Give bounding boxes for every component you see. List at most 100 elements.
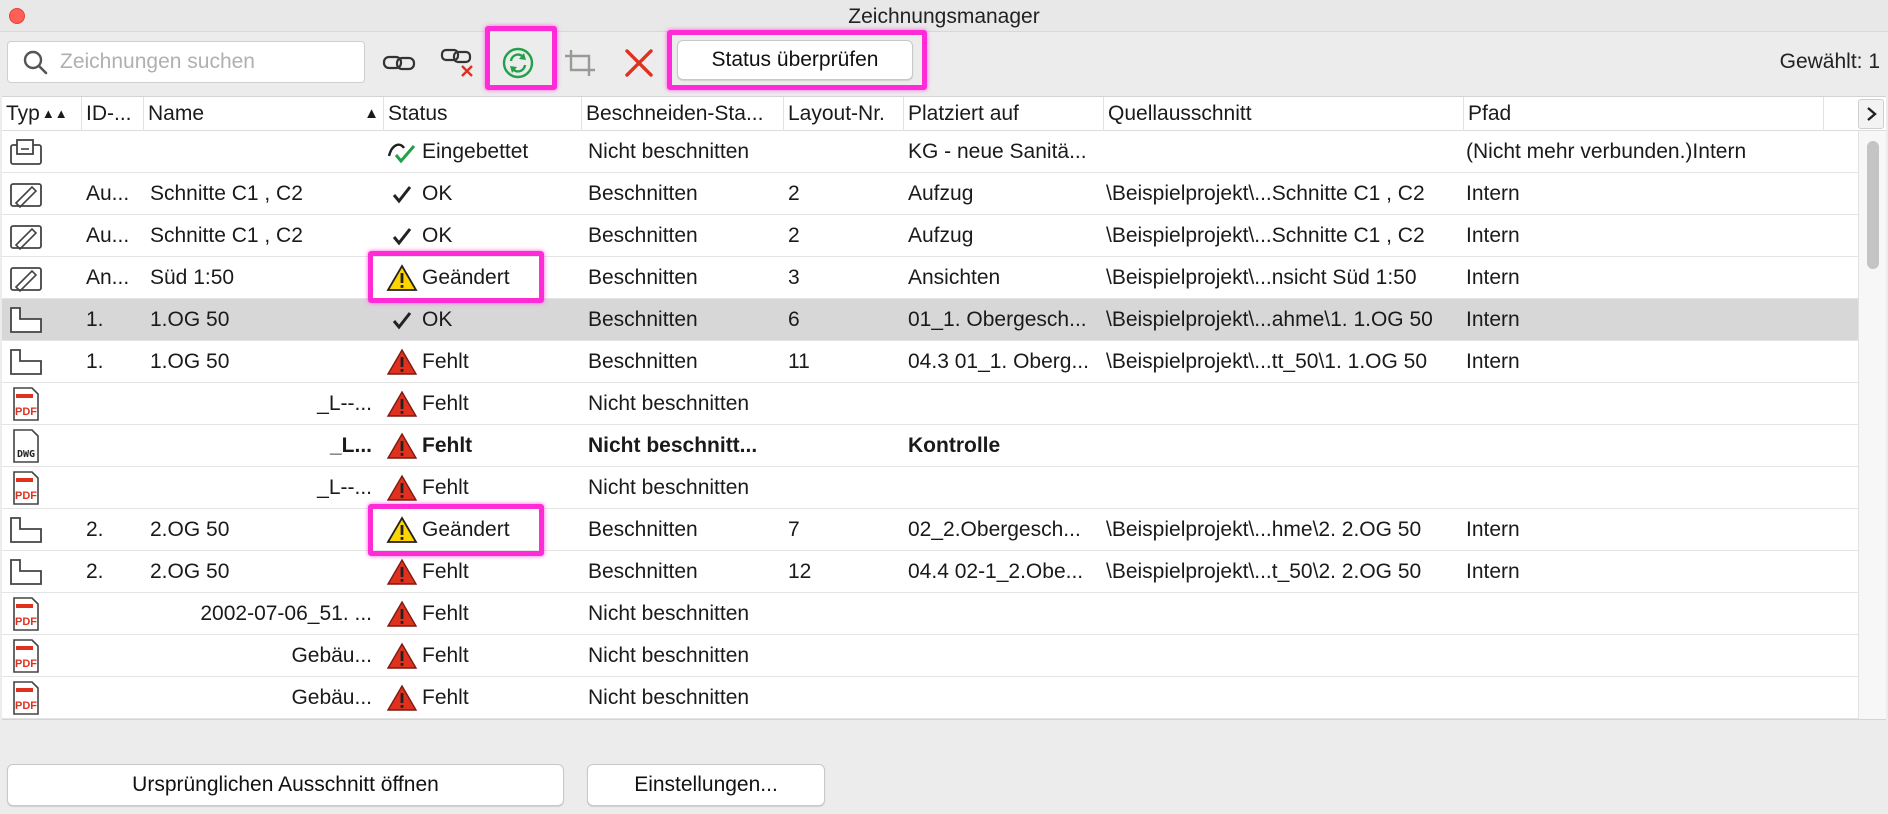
crop-status-cell: Beschnitten: [588, 308, 698, 331]
status-check-highlight: [667, 30, 927, 90]
table-row[interactable]: DWG _L... Fehlt Nicht beschnitt... Kontrolle: [2, 425, 1858, 467]
placed-on-cell: 04.3 01_1. Oberg...: [908, 350, 1089, 373]
table-row[interactable]: An... Süd 1:50 Geändert Beschnitten 3 Ansicht…: [2, 257, 1858, 299]
source-view-cell: \Beispielprojekt\...hme\2. 2.OG 50: [1106, 518, 1422, 541]
layout-nr-cell: [788, 593, 898, 635]
id-cell: An...: [86, 266, 130, 289]
vertical-scrollbar[interactable]: [1858, 131, 1886, 719]
sort-asc-icon: ▲: [364, 105, 379, 122]
table-row[interactable]: 1. 1.OG 50 Fehlt Beschnitten 11 04.3 01_1. Ob…: [2, 341, 1858, 383]
changed-highlight: [368, 504, 544, 556]
footer: Ursprünglichen Ausschnitt öffnen Einstel…: [0, 722, 1888, 814]
scrollbar-thumb[interactable]: [1867, 141, 1879, 269]
id-cell: [86, 425, 142, 467]
search-input[interactable]: [60, 50, 340, 74]
placed-on-cell: Ansichten: [908, 266, 1001, 289]
column-header-type[interactable]: Typ ▲▲: [2, 97, 82, 131]
scroll-right-button[interactable]: [1858, 99, 1884, 129]
column-header-status[interactable]: Status: [384, 97, 582, 131]
status-text: Fehlt: [422, 434, 473, 457]
table-row[interactable]: 2. 2.OG 50 Geändert Beschnitten 7 02_2.Oberge…: [2, 509, 1858, 551]
toolbar: Status überprüfen Gewählt: 1: [0, 26, 1888, 94]
crop-icon[interactable]: [562, 46, 598, 80]
table-row[interactable]: Au... Schnitte C1 , C2 OK Beschnitten 2 Aufzu…: [2, 173, 1858, 215]
status-cell: OK: [382, 299, 582, 341]
update-highlight: [485, 26, 557, 90]
drawing-icon: [6, 215, 46, 257]
path-cell: [1466, 635, 1856, 677]
path-cell: Intern: [1466, 560, 1520, 583]
layout-nr-cell: 2: [788, 182, 800, 205]
path-cell: [1466, 383, 1856, 425]
table-row[interactable]: 2. 2.OG 50 Fehlt Beschnitten 12 04.4 02-1_2.O…: [2, 551, 1858, 593]
placed-on-cell: Kontrolle: [908, 434, 1001, 457]
name-cell: _L--...: [317, 476, 372, 499]
table-row[interactable]: Au... Schnitte C1 , C2 OK Beschnitten 2 Aufzu…: [2, 215, 1858, 257]
name-cell: Schnitte C1 , C2: [150, 224, 303, 247]
table-row[interactable]: 1. 1.OG 50 OK Beschnitten 6 01_1. Obergesch..…: [2, 299, 1858, 341]
table-row[interactable]: PDF 2002-07-06_51. ... Fehlt Nicht beschnit…: [2, 593, 1858, 635]
table-row[interactable]: Eingebettet Nicht beschnitten KG - neue Sa…: [2, 131, 1858, 173]
status-cell: Fehlt: [382, 425, 582, 467]
name-cell: 2.OG 50: [150, 518, 230, 541]
placed-on-cell: [908, 677, 1100, 719]
status-cell: Fehlt: [382, 467, 582, 509]
changed-highlight: [368, 251, 544, 303]
unlink-icon[interactable]: [440, 46, 476, 80]
layout-nr-cell: [788, 383, 898, 425]
name-cell: _L--...: [317, 392, 372, 415]
column-header-name[interactable]: Name ▲: [144, 97, 384, 131]
crop-status-cell: Nicht beschnitt...: [588, 434, 758, 457]
source-view-cell: \Beispielprojekt\...Schnitte C1 , C2: [1106, 182, 1425, 205]
svg-text:PDF: PDF: [15, 490, 37, 502]
column-header-placed-on[interactable]: Platziert auf: [904, 97, 1104, 131]
path-cell: Intern: [1466, 350, 1520, 373]
delete-icon[interactable]: [621, 46, 657, 80]
id-cell: Au...: [86, 224, 130, 247]
plan-icon: [6, 509, 46, 551]
status-text: Eingebettet: [422, 140, 529, 163]
column-header-path[interactable]: Pfad: [1464, 97, 1824, 131]
status-text: Fehlt: [422, 350, 469, 373]
open-source-view-button[interactable]: Ursprünglichen Ausschnitt öffnen: [7, 764, 564, 806]
status-cell: Fehlt: [382, 677, 582, 719]
status-text: Fehlt: [422, 644, 469, 667]
status-text: Fehlt: [422, 476, 469, 499]
source-view-cell: [1106, 635, 1462, 677]
svg-text:PDF: PDF: [15, 616, 37, 628]
crop-status-cell: Nicht beschnitten: [588, 392, 750, 415]
name-cell: Gebäu...: [291, 644, 372, 667]
column-header-layout-nr[interactable]: Layout-Nr.: [784, 97, 904, 131]
id-cell: Au...: [86, 182, 130, 205]
settings-button[interactable]: Einstellungen...: [587, 764, 825, 806]
column-header-source-view[interactable]: Quellausschnitt: [1104, 97, 1464, 131]
name-cell: _L...: [329, 434, 372, 457]
name-cell: 2.OG 50: [150, 560, 230, 583]
link-icon[interactable]: [381, 46, 417, 80]
status-cell: Fehlt: [382, 551, 582, 593]
table-row[interactable]: PDF _L--... Fehlt Nicht beschnitten: [2, 467, 1858, 509]
path-cell: [1466, 467, 1856, 509]
layout-nr-cell: 3: [788, 266, 800, 289]
layout-nr-cell: [788, 467, 898, 509]
table-row[interactable]: PDF _L--... Fehlt Nicht beschnitten: [2, 383, 1858, 425]
id-cell: [86, 131, 142, 173]
plan-icon: [6, 551, 46, 593]
id-cell: [86, 467, 142, 509]
column-header-crop-status[interactable]: Beschneiden-Sta...: [582, 97, 784, 131]
table-row[interactable]: PDF Gebäu... Fehlt Nicht beschnitten: [2, 677, 1858, 719]
table-header: Typ ▲▲ ID-... Name ▲ Status Beschneiden-S…: [2, 97, 1886, 131]
source-view-cell: \Beispielprojekt\...nsicht Süd 1:50: [1106, 266, 1417, 289]
search-box[interactable]: [7, 41, 365, 83]
source-view-cell: [1106, 383, 1462, 425]
status-cell: Fehlt: [382, 341, 582, 383]
status-text: Fehlt: [422, 392, 469, 415]
source-view-cell: \Beispielprojekt\...tt_50\1. 1.OG 50: [1106, 350, 1428, 373]
selected-count: Gewählt: 1: [1779, 50, 1880, 73]
column-header-id[interactable]: ID-...: [82, 97, 144, 131]
drawing-icon: [6, 257, 46, 299]
table-row[interactable]: PDF Gebäu... Fehlt Nicht beschnitten: [2, 635, 1858, 677]
status-cell: Fehlt: [382, 593, 582, 635]
crop-status-cell: Beschnitten: [588, 560, 698, 583]
path-cell: Intern: [1466, 308, 1520, 331]
